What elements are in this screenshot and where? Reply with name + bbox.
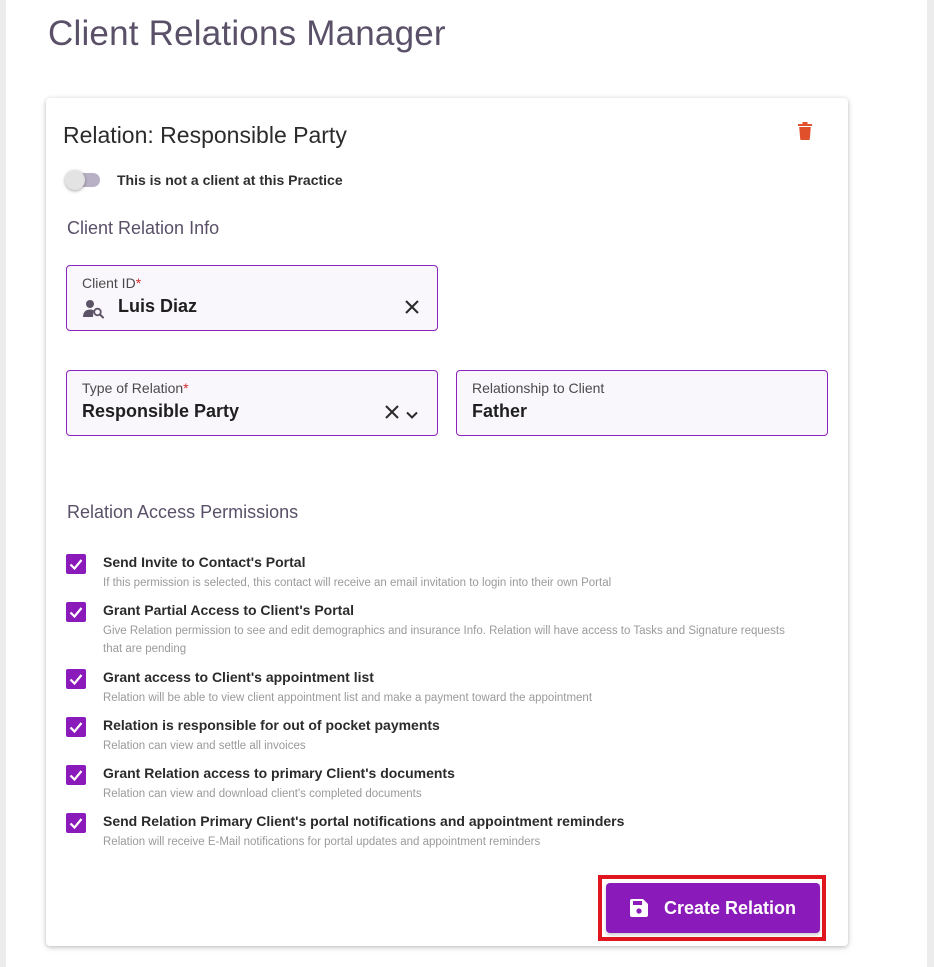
permission-description: Give Relation permission to see and edit… <box>103 625 785 655</box>
type-of-relation-select[interactable]: Type of Relation* Responsible Party <box>66 370 438 436</box>
permission-title: Send Invite to Contact's Portal <box>103 554 306 570</box>
permission-checkbox[interactable] <box>66 554 86 574</box>
type-of-relation-value: Responsible Party <box>82 401 240 421</box>
not-client-toggle-row: This is not a client at this Practice <box>65 170 343 190</box>
permission-title: Grant Relation access to primary Client'… <box>103 765 455 781</box>
permission-description: Relation can view and settle all invoice… <box>103 740 306 752</box>
relationship-value: Father <box>472 401 528 421</box>
permission-checkbox[interactable] <box>66 669 86 689</box>
permission-checkbox[interactable] <box>66 813 86 833</box>
permission-checkbox[interactable] <box>66 717 86 737</box>
permission-title: Send Relation Primary Client's portal no… <box>103 813 625 829</box>
client-relation-info-heading: Client Relation Info <box>67 218 220 238</box>
permission-description: Relation will receive E-Mail notificatio… <box>103 836 541 848</box>
trash-icon[interactable] <box>798 122 816 142</box>
create-relation-highlight: Create Relation <box>598 875 826 941</box>
permission-description: Relation will be able to view client app… <box>103 692 593 704</box>
permission-title: Relation is responsible for out of pocke… <box>103 717 440 733</box>
permission-checkbox[interactable] <box>66 765 86 785</box>
client-id-label: Client ID* <box>82 275 142 291</box>
permission-description: Relation can view and download client's … <box>103 788 422 800</box>
person-search-icon <box>83 299 105 324</box>
save-icon <box>629 899 648 917</box>
clear-icon[interactable] <box>385 405 399 424</box>
page: Client Relations Manager Relation: Respo… <box>6 0 927 967</box>
relationship-to-client-field[interactable]: Relationship to Client Father <box>456 370 828 436</box>
not-client-toggle[interactable] <box>65 170 100 190</box>
permissions-heading: Relation Access Permissions <box>67 502 299 522</box>
permission-title: Grant access to Client's appointment lis… <box>103 669 374 685</box>
toggle-knob <box>65 170 85 190</box>
chevron-down-icon[interactable] <box>406 407 418 425</box>
toggle-label: This is not a client at this Practice <box>117 172 343 188</box>
card-title: Relation: Responsible Party <box>63 122 347 148</box>
clear-icon[interactable] <box>405 300 419 319</box>
create-relation-button[interactable]: Create Relation <box>606 883 820 933</box>
type-of-relation-label: Type of Relation* <box>82 380 189 396</box>
create-relation-label: Create Relation <box>663 897 797 918</box>
page-title: Client Relations Manager <box>48 14 446 53</box>
client-id-field[interactable]: Client ID* Luis Diaz <box>66 265 438 331</box>
permission-title: Grant Partial Access to Client's Portal <box>103 602 355 618</box>
relationship-label: Relationship to Client <box>472 380 605 396</box>
client-id-value: Luis Diaz <box>118 296 198 316</box>
permission-description: If this permission is selected, this con… <box>103 577 612 589</box>
relation-card: Relation: Responsible Party This is not … <box>46 98 848 946</box>
permission-checkbox[interactable] <box>66 602 86 622</box>
